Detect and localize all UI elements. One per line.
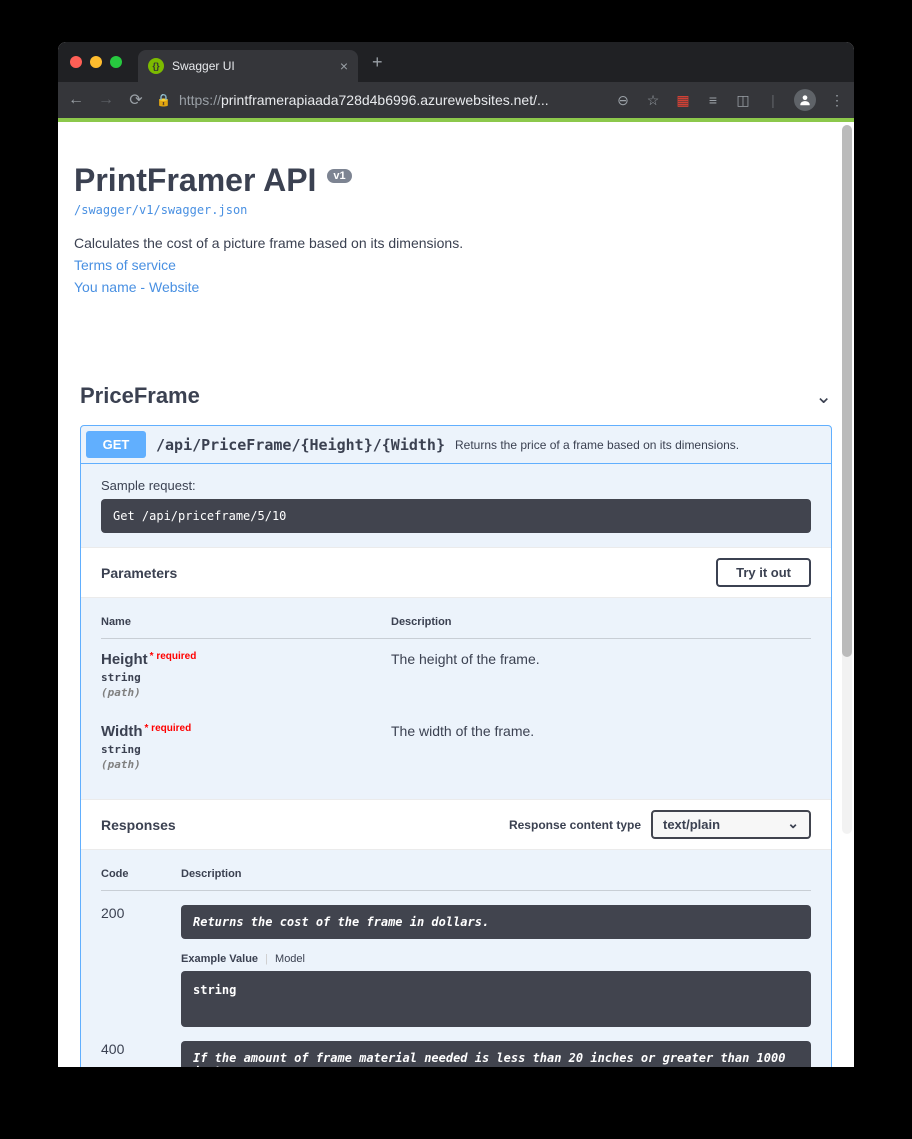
address-bar: ← → ⟳ 🔒 https://printframerapiaada728d4b… [58, 82, 854, 118]
swagger-favicon-icon: {} [148, 58, 164, 74]
operation-path: /api/PriceFrame/{Height}/{Width} [156, 436, 445, 454]
desc-header: Description [181, 868, 242, 880]
content-type-label: Response content type [509, 818, 641, 832]
reload-button[interactable]: ⟳ [126, 90, 146, 110]
param-type: string [101, 743, 391, 756]
sample-request-label: Sample request: [101, 478, 811, 493]
extension-icon[interactable]: ▦ [674, 91, 692, 109]
minimize-window-icon[interactable] [90, 56, 102, 68]
contact-link[interactable]: You name - Website [74, 279, 838, 295]
required-badge: * required [148, 651, 197, 662]
tag-name: PriceFrame [80, 383, 200, 409]
method-badge: GET [86, 431, 146, 458]
chevron-down-icon: ⌄ [815, 384, 832, 409]
param-type: string [101, 671, 391, 684]
operation-description: Returns the price of a frame based on it… [455, 438, 739, 452]
responses-header-row: Code Description [101, 858, 811, 891]
response-row: 200 Returns the cost of the frame in dol… [101, 891, 811, 1027]
response-description: Returns the cost of the frame in dollars… [181, 905, 811, 939]
param-location: (path) [101, 686, 391, 699]
example-value-box: string [181, 971, 811, 1027]
extension3-icon[interactable]: ◫ [734, 91, 752, 109]
col-desc-header: Description [391, 616, 452, 628]
swagger-json-link[interactable]: /swagger/v1/swagger.json [74, 203, 838, 217]
divider: | [764, 91, 782, 109]
close-window-icon[interactable] [70, 56, 82, 68]
scrollbar-thumb[interactable] [842, 125, 852, 657]
api-title: PrintFramer API v1 [74, 162, 838, 199]
url-host: printframerapiaada728d4b6996.azurewebsit… [221, 92, 549, 108]
browser-window: {} Swagger UI × + ← → ⟳ 🔒 https://printf… [58, 42, 854, 1067]
parameters-table: Name Description Height* required string… [81, 598, 831, 799]
param-location: (path) [101, 758, 391, 771]
param-description: The width of the frame. [391, 723, 534, 771]
parameters-bar: Parameters Try it out [81, 547, 831, 598]
example-value-tab[interactable]: Example Value [181, 953, 258, 965]
info-section: PrintFramer API v1 /swagger/v1/swagger.j… [58, 122, 854, 315]
toolbar-icons: ⊖ ☆ ▦ ≡ ◫ | ⋮ [614, 89, 846, 111]
page-content: PrintFramer API v1 /swagger/v1/swagger.j… [58, 122, 854, 1067]
version-badge: v1 [327, 169, 351, 183]
sample-request-section: Sample request: Get /api/priceframe/5/10 [81, 464, 831, 547]
try-it-out-button[interactable]: Try it out [716, 558, 811, 587]
col-name-header: Name [101, 616, 391, 628]
profile-icon[interactable] [794, 89, 816, 111]
responses-title: Responses [101, 817, 176, 833]
window-controls [70, 56, 122, 68]
operation-body: Sample request: Get /api/priceframe/5/10… [81, 463, 831, 1067]
model-tab[interactable]: Model [275, 953, 305, 965]
parameter-row: Width* required string (path) The width … [101, 703, 811, 775]
url-scheme: https:// [179, 92, 221, 108]
forward-button[interactable]: → [96, 91, 116, 109]
responses-table: Code Description 200 Returns the cost of… [81, 850, 831, 1067]
param-name: Height [101, 651, 148, 668]
tag-header[interactable]: PriceFrame ⌄ [80, 371, 832, 417]
zoom-icon[interactable]: ⊖ [614, 91, 632, 109]
param-name: Width [101, 723, 143, 740]
responses-bar: Responses Response content type text/pla… [81, 799, 831, 850]
titlebar: {} Swagger UI × + [58, 42, 854, 82]
api-description: Calculates the cost of a picture frame b… [74, 235, 838, 251]
back-button[interactable]: ← [66, 91, 86, 109]
parameters-title: Parameters [101, 565, 177, 581]
menu-icon[interactable]: ⋮ [828, 91, 846, 109]
tag-section: PriceFrame ⌄ GET /api/PriceFrame/{Height… [58, 371, 854, 1067]
param-description: The height of the frame. [391, 651, 540, 699]
response-code: 200 [101, 905, 181, 1027]
new-tab-button[interactable]: + [372, 52, 383, 73]
extension2-icon[interactable]: ≡ [704, 91, 722, 109]
star-icon[interactable]: ☆ [644, 91, 662, 109]
operation-summary[interactable]: GET /api/PriceFrame/{Height}/{Width} Ret… [81, 426, 831, 463]
tab-title: Swagger UI [172, 59, 332, 73]
api-title-text: PrintFramer API [74, 162, 316, 198]
url-text: https://printframerapiaada728d4b6996.azu… [179, 92, 549, 108]
lock-icon: 🔒 [156, 93, 171, 107]
url-field[interactable]: 🔒 https://printframerapiaada728d4b6996.a… [156, 92, 604, 108]
browser-tab[interactable]: {} Swagger UI × [138, 50, 358, 82]
content-type-value: text/plain [663, 817, 720, 832]
operation-block: GET /api/PriceFrame/{Height}/{Width} Ret… [80, 425, 832, 1067]
content-type-select[interactable]: text/plain [651, 810, 811, 839]
response-code: 400 [101, 1041, 181, 1067]
example-tabs: Example Value | Model [181, 953, 811, 965]
parameter-row: Height* required string (path) The heigh… [101, 639, 811, 703]
terms-link[interactable]: Terms of service [74, 257, 838, 273]
close-tab-icon[interactable]: × [340, 58, 348, 74]
response-description: If the amount of frame material needed i… [181, 1041, 811, 1067]
scrollbar[interactable] [842, 125, 852, 834]
code-header: Code [101, 868, 181, 880]
response-row: 400 If the amount of frame material need… [101, 1027, 811, 1067]
maximize-window-icon[interactable] [110, 56, 122, 68]
required-badge: * required [143, 723, 192, 734]
sample-request-code: Get /api/priceframe/5/10 [101, 499, 811, 533]
parameters-header-row: Name Description [101, 606, 811, 639]
